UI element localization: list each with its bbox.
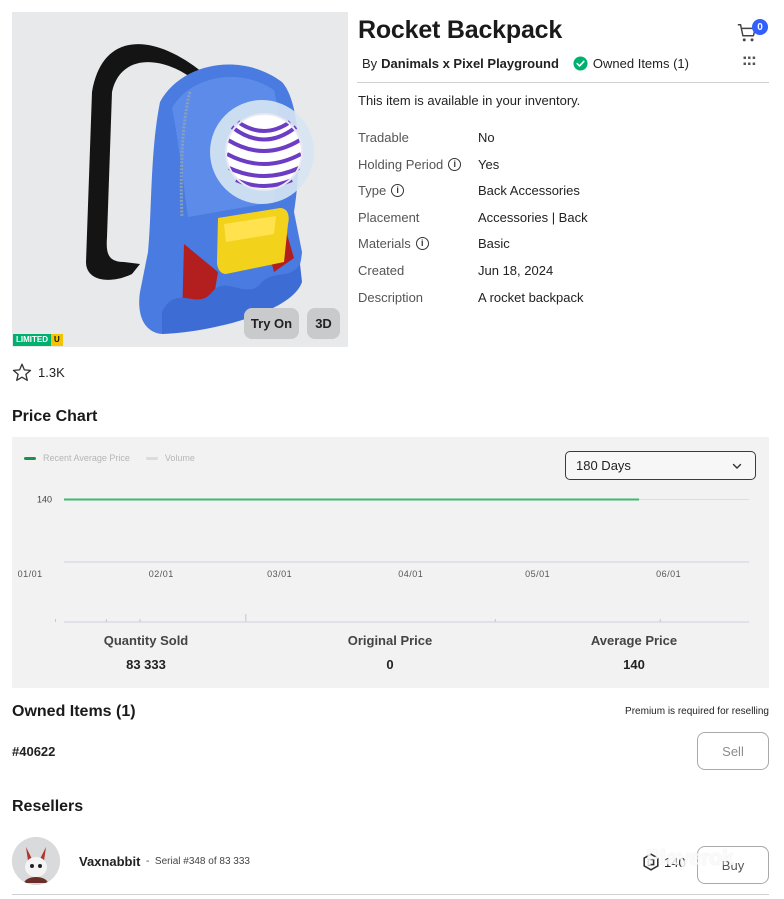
legend-item-average[interactable]: Recent Average Price — [24, 453, 130, 463]
detail-value: No — [478, 130, 495, 145]
y-tick-label: 140 — [37, 495, 52, 505]
detail-row-type: Type i Back Accessories — [358, 180, 758, 207]
legend-item-volume[interactable]: Volume — [145, 453, 195, 463]
detail-key: Holding Period — [358, 156, 444, 172]
owned-serial: #40622 — [12, 744, 56, 759]
legend-swatch-volume — [145, 456, 158, 460]
x-tick-label: 03/01 — [267, 569, 292, 579]
detail-value: A rocket backpack — [478, 289, 584, 305]
stat-original-price: Original Price 0 — [310, 633, 470, 672]
detail-key: Description — [358, 289, 424, 305]
time-range-value: 180 Days — [576, 458, 631, 473]
stat-label: Quantity Sold — [103, 633, 189, 648]
stat-quantity-sold: Quantity Sold 83 333 — [66, 633, 226, 672]
star-icon — [12, 363, 32, 382]
owned-items-chip: Owned Items (1) — [573, 56, 689, 71]
detail-key: Type — [358, 183, 387, 199]
reseller-name[interactable]: Vaxnabbit — [79, 854, 140, 869]
reseller-separator: - — [146, 856, 150, 867]
x-tick-label: 01/01 — [18, 569, 43, 579]
view-3d-button[interactable]: 3D — [307, 308, 340, 339]
detail-row-description: Description A rocket backpack — [358, 287, 758, 314]
reseller-avatar[interactable] — [12, 837, 60, 885]
info-icon[interactable]: i — [448, 157, 462, 171]
time-range-select[interactable]: 180 Days — [565, 451, 756, 480]
stat-value: 0 — [386, 657, 394, 672]
stat-value: 140 — [623, 657, 645, 672]
x-tick-label: 04/01 — [398, 569, 423, 579]
avatar-image — [12, 837, 60, 885]
detail-value: Yes — [478, 156, 500, 172]
info-icon[interactable]: i — [415, 237, 429, 251]
sell-button[interactable]: Sell — [697, 732, 769, 770]
stat-value: 83 333 — [126, 657, 166, 672]
availability-text: This item is available in your inventory… — [358, 93, 581, 108]
detail-key: Materials — [358, 236, 411, 252]
detail-value: Basic — [478, 236, 510, 252]
detail-row-holding-period: Holding Period i Yes — [358, 154, 758, 181]
resellers-heading: Resellers — [12, 798, 84, 815]
premium-note: Premium is required for reselling — [625, 706, 769, 717]
chart-legend: Recent Average Price Volume — [24, 453, 195, 463]
by-prefix: By — [362, 56, 378, 71]
try-on-button[interactable]: Try On — [244, 308, 299, 339]
creator-link[interactable]: Danimals x Pixel Playground — [381, 56, 559, 71]
detail-key: Created — [358, 262, 405, 278]
detail-key: Placement — [358, 209, 420, 225]
detail-value: Jun 18, 2024 — [478, 262, 554, 278]
detail-row-tradable: Tradable No — [358, 127, 758, 154]
backpack-image — [86, 44, 314, 334]
favorite-button[interactable]: 1.3K — [12, 363, 65, 382]
owned-items-heading: Owned Items (1) — [12, 703, 136, 720]
stat-label: Average Price — [590, 633, 678, 648]
detail-row-materials: Materials i Basic — [358, 233, 758, 260]
limited-label: LIMITED — [13, 334, 51, 346]
bottom-divider — [12, 894, 769, 895]
check-circle-icon — [573, 56, 588, 71]
cart-count-badge: 0 — [752, 19, 768, 35]
creator-line: By Danimals x Pixel Playground Owned Ite… — [362, 56, 689, 71]
owned-items-label: Owned Items (1) — [592, 56, 689, 71]
watermark-text: Playerok — [646, 845, 734, 870]
chevron-down-icon — [732, 463, 742, 469]
reseller-serial-text: Serial #348 of 83 333 — [154, 856, 250, 867]
stat-average-price: Average Price 140 — [554, 633, 714, 672]
legend-label-volume: Volume — [164, 453, 195, 463]
favorite-count: 1.3K — [38, 365, 65, 380]
price-chart-heading: Price Chart — [12, 408, 98, 425]
price-chart-panel: 140 01/01 02/01 03/01 04/01 05/01 06/01 Recent… — [12, 437, 769, 688]
stat-label: Original Price — [347, 633, 433, 648]
reseller-serial: - Serial #348 of 83 333 — [146, 856, 250, 867]
info-icon[interactable]: i — [391, 184, 405, 198]
x-tick-label: 06/01 — [656, 569, 681, 579]
details-table: Tradable No Holding Period i Yes Type i Ba… — [358, 127, 758, 313]
legend-swatch-average — [24, 456, 36, 460]
detail-value: Accessories | Back — [478, 209, 588, 225]
detail-row-created: Created Jun 18, 2024 — [358, 260, 758, 287]
header-divider — [357, 82, 769, 83]
unique-label: U — [51, 334, 63, 346]
detail-key: Tradable — [358, 130, 409, 145]
legend-label-average: Recent Average Price — [43, 453, 130, 463]
detail-value: Back Accessories — [478, 183, 580, 199]
detail-row-placement: Placement Accessories | Back — [358, 207, 758, 234]
more-options-icon[interactable]: ▪▪▪ ▪▪▪ — [743, 54, 757, 70]
limited-u-badge: LIMITED U — [13, 334, 63, 346]
x-tick-label: 05/01 — [525, 569, 550, 579]
item-thumbnail: LIMITED U Try On 3D — [12, 12, 348, 347]
x-tick-label: 02/01 — [149, 569, 174, 579]
item-title: Rocket Backpack — [358, 16, 563, 44]
